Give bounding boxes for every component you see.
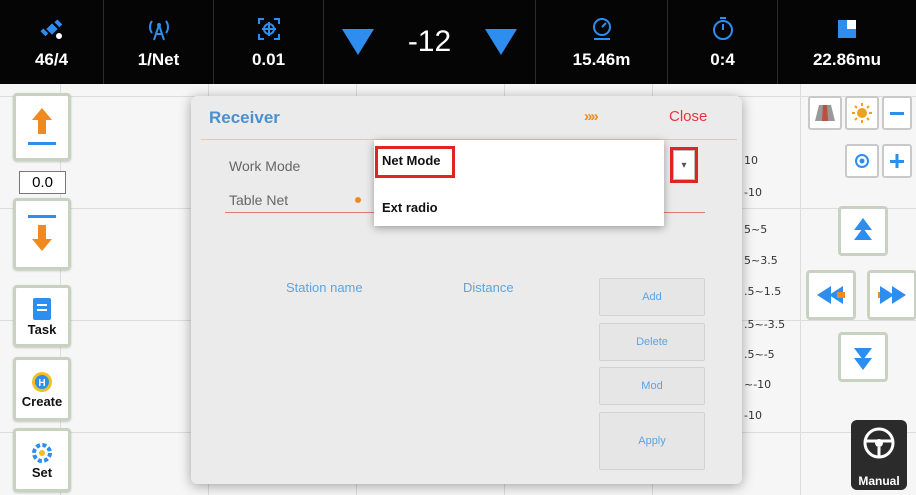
legend-item: -10 — [744, 186, 762, 199]
offset-value: -12 — [407, 25, 452, 58]
raise-button[interactable] — [13, 93, 71, 161]
legend-item: .5~1.5 — [744, 285, 782, 298]
offset-input[interactable]: 0.0 — [19, 171, 66, 194]
manual-label: Manual — [858, 474, 900, 488]
lower-button[interactable] — [13, 198, 71, 270]
dialog-title: Receiver — [209, 108, 280, 127]
network-value: 1/Net — [137, 50, 180, 69]
move-down-button[interactable] — [838, 332, 888, 382]
create-label: Create — [21, 393, 63, 409]
delete-button[interactable]: Delete — [599, 323, 705, 361]
sun-icon — [852, 103, 872, 123]
legend-item: -10 — [744, 409, 762, 422]
column-header-distance: Distance — [463, 280, 514, 295]
network-status[interactable]: 1/Net — [104, 0, 214, 84]
move-left-button[interactable] — [806, 270, 856, 320]
set-button[interactable]: Set — [13, 428, 71, 492]
move-up-button[interactable] — [838, 206, 888, 256]
create-icon: H — [32, 371, 52, 392]
svg-text:H: H — [38, 378, 45, 389]
legend-item: 10 — [744, 154, 758, 167]
locate-button[interactable] — [845, 144, 879, 178]
close-button[interactable]: Close — [669, 108, 707, 125]
antenna-icon — [146, 14, 172, 44]
clipboard-icon — [33, 297, 51, 320]
legend-item: 5~3.5 — [744, 254, 778, 267]
brightness-button[interactable] — [845, 96, 879, 130]
legend-item: .5~-3.5 — [744, 318, 786, 331]
arrow-down-icon — [28, 215, 56, 251]
satellite-status[interactable]: 46/4 — [0, 0, 104, 84]
gear-icon — [32, 442, 52, 463]
zoom-in-button[interactable] — [882, 144, 912, 178]
add-button[interactable]: Add — [599, 278, 705, 316]
create-button[interactable]: H Create — [13, 357, 71, 421]
time-value: 0:4 — [710, 50, 735, 69]
legend-item: .5~-5 — [744, 348, 775, 361]
move-right-button[interactable] — [867, 270, 916, 320]
work-mode-label: Work Mode — [229, 158, 301, 174]
status-dot — [355, 197, 361, 203]
legend-item: 5~5 — [744, 223, 768, 236]
target-icon — [256, 14, 282, 44]
legend-item: ~-10 — [744, 378, 772, 391]
zoom-out-button[interactable] — [882, 96, 912, 130]
speedometer-icon — [589, 14, 615, 44]
mountain-icon — [815, 105, 835, 121]
table-net-label: Table Net — [229, 192, 289, 208]
task-label: Task — [27, 321, 57, 337]
double-arrow-left-icon — [817, 286, 845, 304]
accuracy-status[interactable]: 0.01 — [214, 0, 324, 84]
area-icon — [834, 14, 860, 44]
minus-icon — [890, 112, 904, 115]
decrease-offset-button[interactable] — [342, 29, 374, 55]
increase-offset-button[interactable] — [484, 29, 517, 55]
dropdown-option-ext-radio[interactable]: Ext radio — [382, 200, 438, 215]
time-status[interactable]: 0:4 — [668, 0, 778, 84]
dropdown-toggle-highlight — [670, 147, 698, 183]
double-arrow-down-icon — [854, 348, 872, 370]
double-arrow-right-icon — [878, 286, 906, 304]
locate-icon — [855, 154, 869, 168]
area-status[interactable]: 22.86mu — [778, 0, 916, 84]
selected-option-highlight — [375, 146, 455, 178]
task-button[interactable]: Task — [13, 285, 71, 347]
steering-wheel-icon — [863, 427, 895, 459]
forward-arrows-icon[interactable]: »» — [584, 108, 599, 125]
mod-button[interactable]: Mod — [599, 367, 705, 405]
offset-control: -12 — [324, 0, 536, 84]
layer-button[interactable] — [808, 96, 842, 130]
manual-button[interactable]: Manual — [851, 420, 907, 490]
satellite-count: 46/4 — [34, 50, 69, 69]
speed-status[interactable]: 15.46m — [536, 0, 668, 84]
accuracy-value: 0.01 — [251, 50, 286, 69]
arrow-up-icon — [28, 108, 56, 145]
speed-value: 15.46m — [572, 50, 631, 69]
area-value: 22.86mu — [812, 50, 882, 69]
double-arrow-up-icon — [854, 218, 872, 240]
set-label: Set — [31, 464, 53, 480]
satellite-icon — [39, 14, 65, 44]
status-bar: 46/4 1/Net 0.01 -12 15.46m 0:4 22.86mu — [0, 0, 916, 84]
apply-button[interactable]: Apply — [599, 412, 705, 470]
plus-icon — [890, 154, 904, 168]
timer-icon — [710, 14, 736, 44]
column-header-station-name: Station name — [286, 280, 363, 295]
